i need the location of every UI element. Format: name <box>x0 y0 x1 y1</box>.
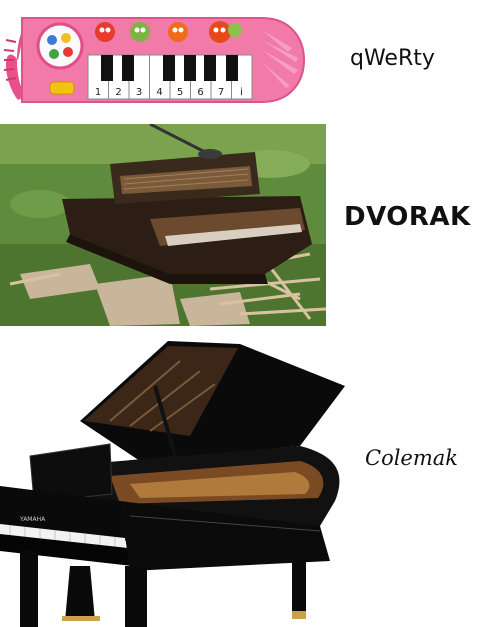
label-colemak: Colemak <box>365 446 459 470</box>
svg-text:1: 1 <box>95 87 101 98</box>
svg-text:6: 6 <box>197 87 203 98</box>
svg-text:3: 3 <box>136 87 142 98</box>
panel-toy-piano: 1 2 3 4 5 6 7 i qWeRty <box>0 0 482 122</box>
panel-grand-piano: YAMAHA Colemak <box>0 326 482 627</box>
svg-text:7: 7 <box>218 87 224 98</box>
svg-text:2: 2 <box>115 87 121 98</box>
svg-text:i: i <box>240 87 243 98</box>
svg-text:4: 4 <box>156 87 162 98</box>
toy-piano-image: 1 2 3 4 5 6 7 i <box>3 17 305 103</box>
brand-logo: YAMAHA <box>19 516 46 523</box>
label-qwerty: qWeRty <box>350 46 435 71</box>
wrecked-piano-image <box>0 124 326 326</box>
grand-piano-image: YAMAHA <box>0 341 345 627</box>
svg-text:5: 5 <box>177 87 183 98</box>
label-dvorak: DVORAK <box>344 202 471 232</box>
panel-wrecked-piano: DVORAK <box>0 124 482 326</box>
